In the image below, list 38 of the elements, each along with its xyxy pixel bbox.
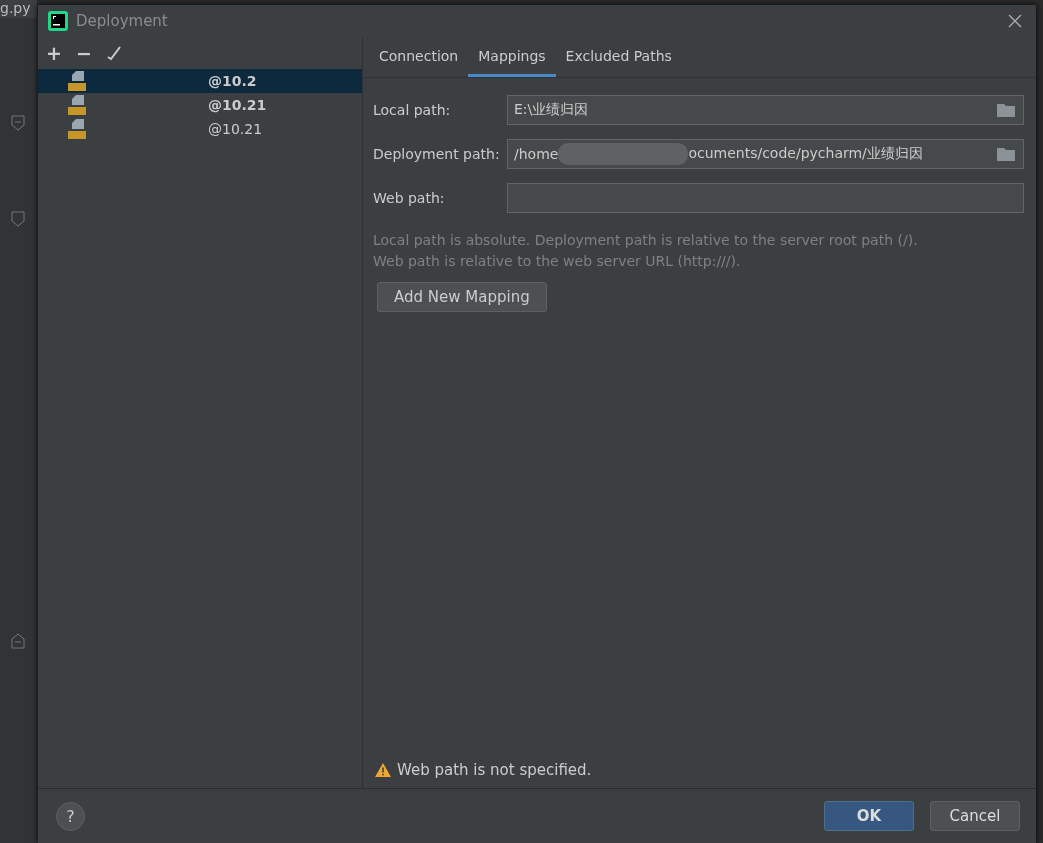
tab[interactable]: Mappings <box>468 37 556 77</box>
add-mapping-button[interactable]: Add New Mapping <box>377 282 547 312</box>
sftp-server-icon <box>68 95 88 115</box>
dialog-button[interactable]: Cancel <box>930 801 1020 831</box>
tab[interactable]: Excluded Paths <box>555 37 682 77</box>
fold-icon[interactable] <box>11 211 25 227</box>
field-label: Local path: <box>373 102 452 118</box>
dialog-title: Deployment <box>76 12 169 30</box>
path-field[interactable]: /home ocuments/code/pycharm/业绩归因 <box>507 139 1024 169</box>
field-label: Deployment path: <box>373 146 501 162</box>
warning-text: Web path is not specified. <box>397 761 592 779</box>
sftp-server-icon <box>68 71 88 91</box>
app-logo-icon <box>48 11 68 31</box>
sftp-server-icon <box>68 119 88 139</box>
close-icon[interactable] <box>1008 14 1022 28</box>
field-label: Web path: <box>373 190 446 206</box>
server-item[interactable]: @10.21 <box>38 117 362 141</box>
checkmark-icon[interactable] <box>105 45 122 61</box>
folder-icon[interactable] <box>997 103 1015 117</box>
dialog-button[interactable]: OK <box>824 801 914 831</box>
toolbar-button[interactable]: − <box>75 42 92 64</box>
fold-icon[interactable] <box>11 633 25 649</box>
fold-icon[interactable] <box>11 115 25 131</box>
toolbar-button[interactable]: + <box>46 42 62 64</box>
server-item[interactable]: @10.21 <box>38 93 362 117</box>
editor-tab[interactable]: g.py <box>0 0 37 18</box>
path-field[interactable]: E:\业绩归因 <box>507 95 1024 125</box>
server-name: @10.21 <box>208 97 267 113</box>
warning-icon <box>375 763 391 777</box>
server-item[interactable]: @10.2 <box>38 69 362 93</box>
hint-text: Web path is relative to the web server URL (http:///). <box>373 252 742 271</box>
folder-icon[interactable] <box>997 147 1015 161</box>
help-button[interactable]: ? <box>56 801 85 831</box>
server-name: @10.2 <box>208 73 257 89</box>
hint-text: Local path is absolute. Deployment path is relative to the server root path (/). <box>373 231 919 250</box>
tab[interactable]: Connection <box>369 37 469 77</box>
server-name: @10.21 <box>208 121 263 137</box>
path-field[interactable] <box>507 183 1024 213</box>
